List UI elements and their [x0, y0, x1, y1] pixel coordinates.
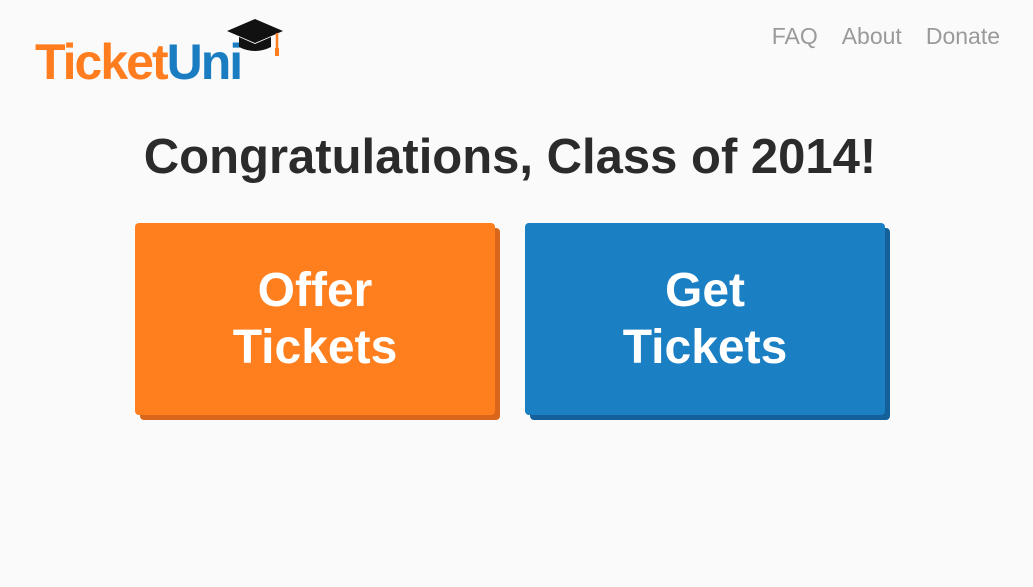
top-nav: FAQ About Donate: [772, 22, 1000, 50]
nav-link-about[interactable]: About: [842, 22, 902, 50]
logo-wordmark: TicketUni: [35, 34, 243, 90]
get-tickets-line1: Get: [664, 264, 745, 317]
offer-tickets-line2: Tickets: [232, 321, 398, 374]
page-headline: Congratulations, Class of 2014!: [143, 130, 877, 184]
get-tickets-button[interactable]: Get Tickets: [525, 223, 885, 415]
offer-tickets-line1: Offer: [257, 264, 373, 317]
get-tickets-line2: Tickets: [622, 321, 788, 374]
nav-link-donate[interactable]: Donate: [926, 22, 1000, 50]
logo[interactable]: TicketUni: [35, 14, 285, 90]
logo-ticket-text: Ticket: [35, 34, 169, 90]
offer-tickets-label: Offer Tickets: [233, 262, 398, 376]
nav-link-faq[interactable]: FAQ: [772, 22, 818, 50]
offer-tickets-button[interactable]: Offer Tickets: [135, 223, 495, 415]
graduation-cap-icon: [227, 19, 283, 56]
get-tickets-label: Get Tickets: [623, 262, 788, 376]
